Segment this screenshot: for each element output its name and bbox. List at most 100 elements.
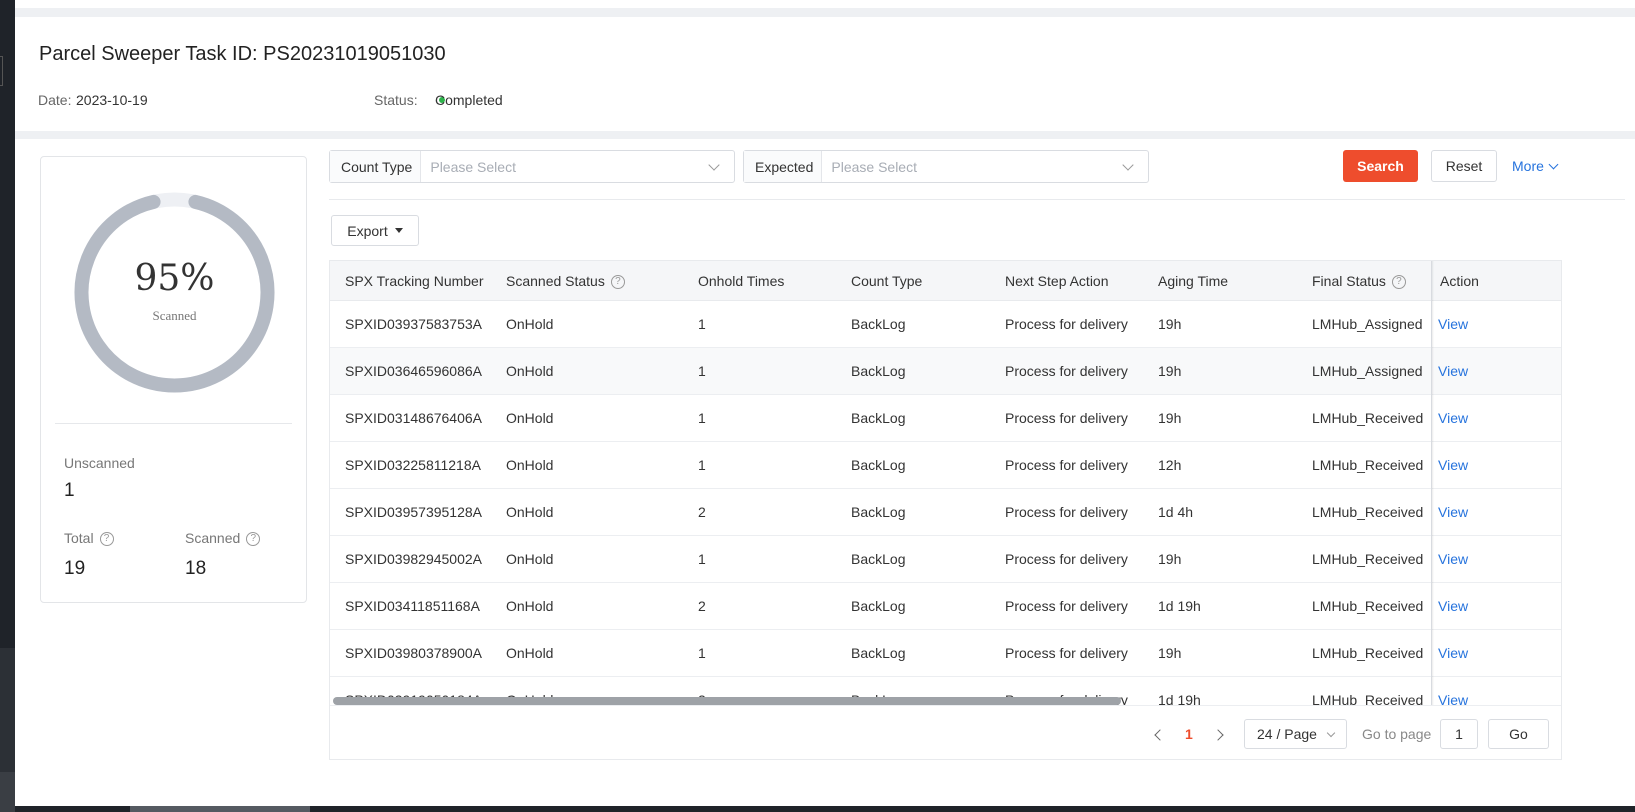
count-type-placeholder: Please Select (430, 158, 516, 175)
cell-onhold-times: 2 (698, 504, 706, 520)
cell-aging-time: 19h (1158, 363, 1182, 379)
cell-onhold-times: 1 (698, 410, 706, 426)
page-size-select[interactable]: 24 / Page (1244, 719, 1347, 749)
left-sidebar-edge (0, 0, 15, 812)
view-link[interactable]: View (1438, 598, 1468, 614)
prev-page-icon[interactable] (1154, 729, 1166, 741)
expected-placeholder: Please Select (831, 158, 917, 175)
chevron-down-icon (708, 158, 720, 171)
cell-final-status: LMHub_Received (1312, 645, 1424, 661)
sidebar-panel-light (0, 648, 15, 772)
view-link[interactable]: View (1438, 316, 1468, 332)
scanned-label: Scanned (185, 530, 241, 546)
cell-onhold-times: 1 (698, 316, 706, 332)
count-type-select[interactable]: Count Type Please Select (329, 150, 735, 183)
expected-select[interactable]: Expected Please Select (743, 150, 1149, 183)
table-row: SPXID03225811218A OnHold 1 BackLog Process f… (330, 442, 1561, 489)
cell-count-type: BackLog (851, 645, 906, 661)
cell-final-status: LMHub_Received (1312, 551, 1424, 567)
goto-page-input[interactable]: 1 (1440, 719, 1478, 749)
go-button[interactable]: Go (1488, 719, 1549, 749)
table-row: SPXID03982945002A OnHold 1 BackLog Process f… (330, 536, 1561, 583)
more-filters-link[interactable]: More (1512, 158, 1559, 174)
total-label-wrap: Total? (64, 530, 114, 547)
cell-count-type: BackLog (851, 598, 906, 614)
fixed-column-shadow (1431, 261, 1434, 705)
col-scanned-status: Scanned Status? (506, 273, 625, 290)
cell-tracking-number: SPXID03982945002A (345, 551, 482, 567)
view-link[interactable]: View (1438, 363, 1468, 379)
col-tracking-number: SPX Tracking Number (345, 273, 484, 289)
bottom-edge-segment (130, 806, 310, 812)
cell-next-step-action: Process for delivery (1005, 457, 1128, 473)
sidebar-toggle[interactable] (0, 56, 3, 86)
help-icon[interactable]: ? (99, 532, 114, 547)
col-onhold-times: Onhold Times (698, 273, 785, 289)
cell-next-step-action: Process for delivery (1005, 551, 1128, 567)
status-label: Status: (374, 92, 418, 108)
status-value: Completed (435, 92, 503, 108)
cell-tracking-number: SPXID03411851168A (345, 598, 480, 614)
export-button[interactable]: Export (331, 215, 419, 246)
view-link[interactable]: View (1438, 645, 1468, 661)
col-count-type: Count Type (851, 273, 923, 289)
cell-aging-time: 19h (1158, 410, 1182, 426)
view-link[interactable]: View (1438, 410, 1468, 426)
scanned-label-wrap: Scanned? (185, 530, 261, 547)
cell-aging-time: 1d 4h (1158, 504, 1194, 520)
cell-tracking-number: SPXID03646596086A (345, 363, 482, 379)
horizontal-scrollbar[interactable] (333, 697, 1121, 705)
help-icon[interactable]: ? (610, 275, 625, 290)
col-scanned-status-label: Scanned Status (506, 273, 605, 289)
filter-divider (329, 199, 1625, 200)
cell-scanned-status: OnHold (506, 410, 554, 426)
scan-summary-card: 95% Scanned Unscanned 1 Total? 19 Scanne… (40, 156, 307, 603)
cell-onhold-times: 2 (698, 598, 706, 614)
cell-next-step-action: Process for delivery (1005, 598, 1128, 614)
date-value: 2023-10-19 (76, 92, 148, 108)
chevron-down-icon (1548, 159, 1559, 169)
scanned-value: 18 (185, 558, 207, 579)
caret-down-icon (394, 228, 403, 233)
cell-final-status: LMHub_Received (1312, 457, 1424, 473)
view-link[interactable]: View (1438, 504, 1468, 520)
task-header: Parcel Sweeper Task ID: PS20231019051030… (15, 17, 1635, 131)
cell-final-status: LMHub_Assigned (1312, 363, 1423, 379)
cell-aging-time: 19h (1158, 645, 1182, 661)
unscanned-value: 1 (64, 480, 75, 501)
cell-aging-time: 12h (1158, 457, 1182, 473)
cell-tracking-number: SPXID03937583753A (345, 316, 482, 332)
table-row: SPXID03148676406A OnHold 1 BackLog Process f… (330, 395, 1561, 442)
col-next-step-action: Next Step Action (1005, 273, 1109, 289)
reset-button[interactable]: Reset (1431, 150, 1497, 182)
more-label: More (1512, 158, 1544, 174)
search-button[interactable]: Search (1343, 150, 1418, 182)
cell-scanned-status: OnHold (506, 316, 554, 332)
cell-scanned-status: OnHold (506, 598, 554, 614)
next-page-icon[interactable] (1212, 729, 1224, 741)
col-final-status-label: Final Status (1312, 273, 1386, 289)
table-row: SPXID03646596086A OnHold 1 BackLog Process f… (330, 348, 1561, 395)
help-icon[interactable]: ? (246, 532, 261, 547)
cell-count-type: BackLog (851, 363, 906, 379)
cell-aging-time: 19h (1158, 551, 1182, 567)
table-row: SPXID03980378900A OnHold 1 BackLog Process f… (330, 630, 1561, 677)
cell-count-type: BackLog (851, 410, 906, 426)
cell-aging-time: 19h (1158, 316, 1182, 332)
scanned-caption: Scanned (152, 308, 197, 323)
view-link[interactable]: View (1438, 457, 1468, 473)
progress-ring: 95% Scanned (72, 190, 277, 395)
section-divider (15, 131, 1635, 139)
current-page[interactable]: 1 (1185, 726, 1193, 742)
cell-onhold-times: 1 (698, 457, 706, 473)
cell-tracking-number: SPXID03148676406A (345, 410, 482, 426)
cell-scanned-status: OnHold (506, 504, 554, 520)
help-icon[interactable]: ? (1391, 275, 1406, 290)
cell-count-type: BackLog (851, 457, 906, 473)
cell-next-step-action: Process for delivery (1005, 316, 1128, 332)
bottom-edge (15, 806, 1635, 812)
table-row: SPXID03957395128A OnHold 2 BackLog Process f… (330, 489, 1561, 536)
sidebar-panel-lighter (0, 772, 15, 812)
view-link[interactable]: View (1438, 551, 1468, 567)
col-final-status: Final Status? (1312, 273, 1406, 290)
